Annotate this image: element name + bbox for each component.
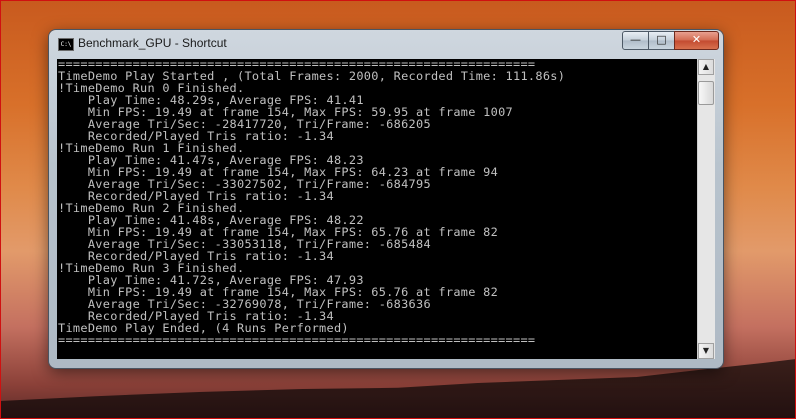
scroll-thumb[interactable] bbox=[698, 81, 714, 105]
console-output[interactable]: ========================================… bbox=[57, 59, 697, 359]
scroll-down-icon[interactable]: ▼ bbox=[698, 343, 714, 359]
desktop-wallpaper-hill bbox=[0, 359, 796, 419]
close-button[interactable]: ✕ bbox=[674, 31, 719, 50]
console-line: Press any key to continue . . . bbox=[58, 358, 565, 359]
maximize-button[interactable]: □ bbox=[648, 31, 675, 50]
window-title: Benchmark_GPU - Shortcut bbox=[78, 36, 227, 50]
console-text: ========================================… bbox=[58, 59, 565, 359]
title-bar[interactable]: C:\ Benchmark_GPU - Shortcut — □ ✕ bbox=[49, 30, 723, 56]
cmd-icon: C:\ bbox=[58, 38, 74, 51]
minimize-button[interactable]: — bbox=[622, 31, 649, 50]
console-line: ========================================… bbox=[58, 333, 536, 347]
console-window: C:\ Benchmark_GPU - Shortcut — □ ✕ =====… bbox=[49, 30, 723, 368]
vertical-scrollbar[interactable]: ▲ ▼ bbox=[697, 59, 715, 359]
scroll-up-icon[interactable]: ▲ bbox=[698, 59, 714, 75]
